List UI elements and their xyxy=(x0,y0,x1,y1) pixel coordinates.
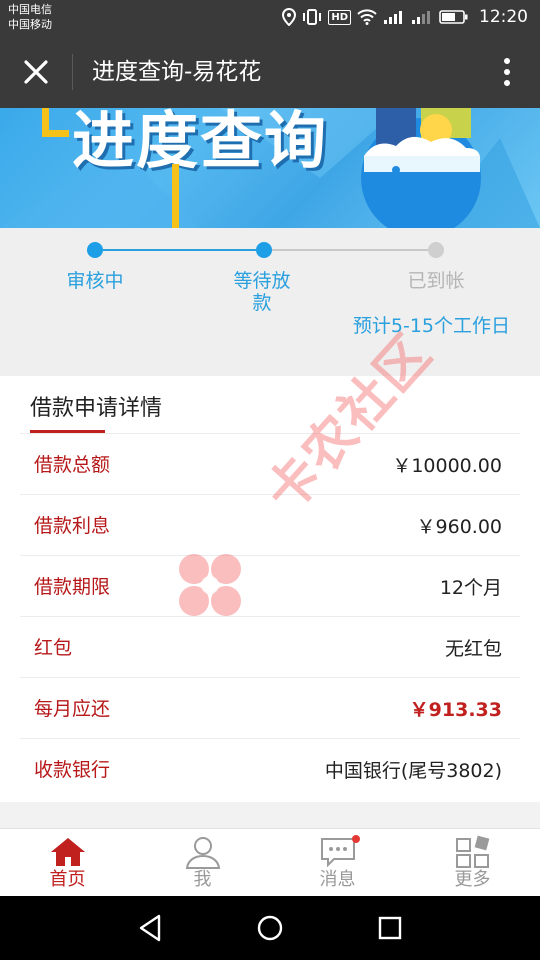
detail-row-red-packet: 红包 无红包 xyxy=(20,616,520,678)
progress-line-done xyxy=(103,249,256,251)
grid-icon xyxy=(455,835,491,869)
detail-row-monthly: 每月应还 ￥913.33 xyxy=(20,677,520,739)
progress-steps: 审核中 等待放款 已到帐 预计5-15个工作日 xyxy=(0,228,540,376)
tab-label-home: 首页 xyxy=(49,869,86,890)
back-triangle-icon xyxy=(139,914,161,942)
tab-messages[interactable]: 消息 xyxy=(270,829,405,897)
home-circle-icon xyxy=(257,915,283,941)
signal-icon-2 xyxy=(411,6,433,28)
tab-label-messages: 消息 xyxy=(319,869,356,890)
close-button[interactable] xyxy=(16,52,56,92)
home-icon xyxy=(49,835,87,869)
detail-label: 每月应还 xyxy=(34,698,111,720)
banner-title: 进度查询 xyxy=(72,108,329,177)
detail-row-total: 借款总额 ￥10000.00 xyxy=(20,433,520,495)
tab-more[interactable]: 更多 xyxy=(405,829,540,897)
page-title: 进度查询-易花花 xyxy=(92,59,262,85)
message-badge-dot xyxy=(351,835,360,843)
location-icon xyxy=(282,6,297,28)
title-bar: 进度查询-易花花 xyxy=(0,36,540,108)
tab-label-more: 更多 xyxy=(454,869,491,890)
bottom-tab-bar: 首页 我 消息 更多 xyxy=(0,828,540,897)
more-menu-button[interactable] xyxy=(492,52,522,92)
banner-illustration xyxy=(361,108,481,228)
progress-line-pending xyxy=(272,249,428,251)
nav-back-button[interactable] xyxy=(130,910,170,946)
carrier-info: 中国电信 中国移动 xyxy=(8,2,52,32)
signal-icon-1 xyxy=(383,6,405,28)
step-label-waiting: 等待放款 xyxy=(233,270,291,314)
detail-value: 中国银行(尾号3802) xyxy=(324,760,502,782)
step-dot-arrived xyxy=(428,242,444,258)
nav-home-button[interactable] xyxy=(250,910,290,946)
progress-banner: 进度查询 xyxy=(0,108,540,228)
carrier-2: 中国移动 xyxy=(8,18,52,31)
hd-icon: HD xyxy=(328,6,351,28)
title-divider xyxy=(72,54,73,90)
detail-value: 无红包 xyxy=(444,638,502,660)
detail-value-monthly: ￥913.33 xyxy=(409,699,502,721)
vibrate-icon xyxy=(302,6,322,28)
step-dot-reviewing xyxy=(87,242,103,258)
hd-badge: HD xyxy=(328,9,351,25)
detail-value: ￥960.00 xyxy=(416,516,502,538)
status-bar: 中国电信 中国移动 HD 12:20 xyxy=(0,0,540,36)
nav-recents-button[interactable] xyxy=(370,910,410,946)
message-icon xyxy=(320,835,360,869)
clock: 12:20 xyxy=(479,7,528,27)
tab-label-me: 我 xyxy=(193,869,212,890)
carrier-1: 中国电信 xyxy=(8,3,52,16)
details-title: 借款申请详情 xyxy=(30,396,163,421)
detail-label: 借款利息 xyxy=(34,515,111,537)
detail-row-interest: 借款利息 ￥960.00 xyxy=(20,494,520,556)
user-icon xyxy=(185,835,221,869)
step-dot-waiting xyxy=(256,242,272,258)
android-nav-bar xyxy=(0,896,540,960)
detail-value: 12个月 xyxy=(439,577,502,599)
close-icon xyxy=(24,60,48,84)
step-label-arrived: 已到帐 xyxy=(407,270,465,292)
detail-row-term: 借款期限 12个月 xyxy=(20,555,520,617)
detail-value: ￥10000.00 xyxy=(392,455,502,477)
banner-bracket-decoration xyxy=(42,108,69,137)
recents-square-icon xyxy=(378,916,402,940)
more-vertical-icon xyxy=(504,58,510,86)
status-icons: HD 12:20 xyxy=(282,6,528,28)
detail-row-bank: 收款银行 中国银行(尾号3802) xyxy=(20,738,520,800)
detail-label: 借款期限 xyxy=(34,576,111,598)
detail-label: 红包 xyxy=(34,637,73,659)
tab-home[interactable]: 首页 xyxy=(0,829,135,897)
wifi-icon xyxy=(357,6,377,28)
loan-details-card: 借款申请详情 借款总额 ￥10000.00 借款利息 ￥960.00 借款期限 … xyxy=(0,376,540,802)
detail-label: 收款银行 xyxy=(34,759,111,781)
banner-bar-decoration xyxy=(172,164,179,228)
detail-label: 借款总额 xyxy=(34,454,111,476)
step-label-reviewing: 审核中 xyxy=(66,270,124,292)
battery-icon xyxy=(439,6,469,28)
estimated-time: 预计5-15个工作日 xyxy=(352,315,510,337)
tab-me[interactable]: 我 xyxy=(135,829,270,897)
